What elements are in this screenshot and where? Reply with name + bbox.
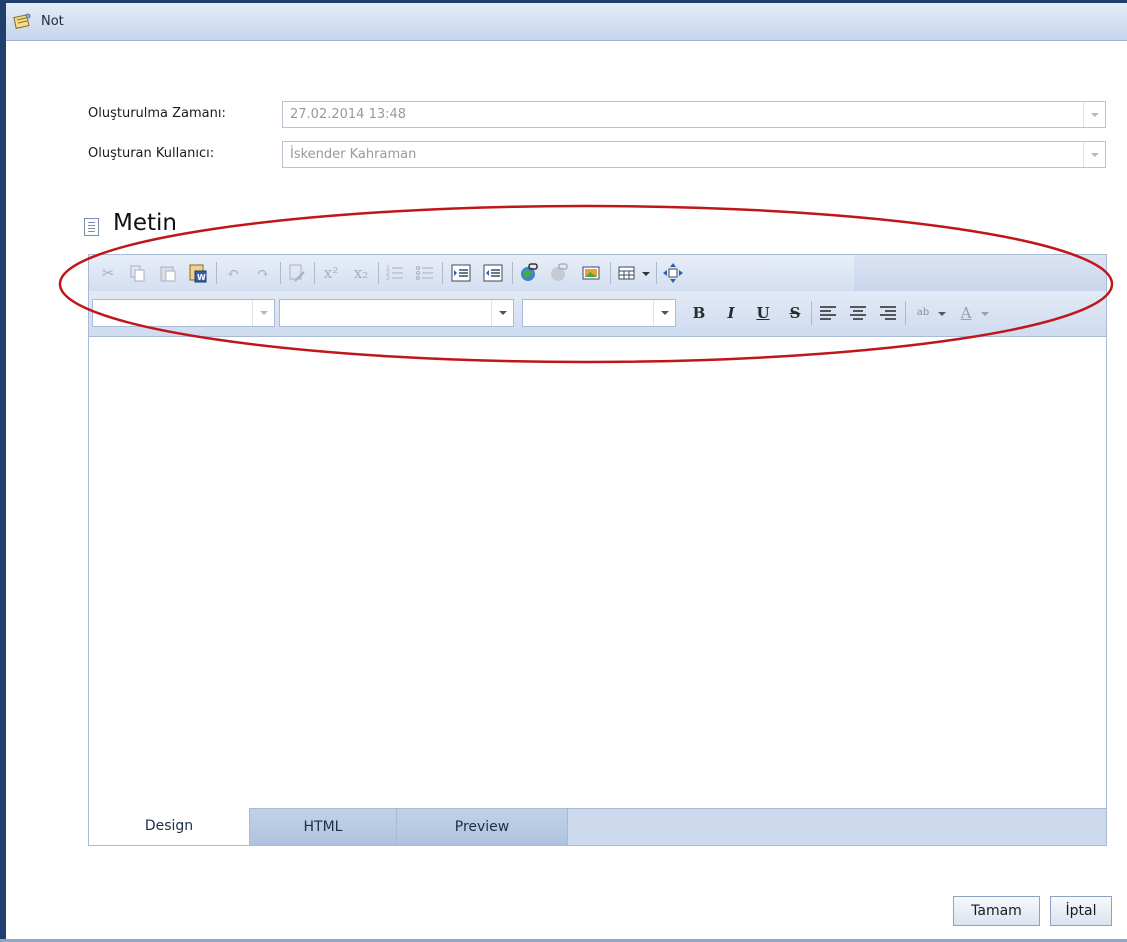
section-title: Metin (113, 210, 177, 236)
redo-icon[interactable]: ↷ (252, 262, 274, 284)
created-time-field[interactable]: 27.02.2014 13:48 (282, 101, 1106, 128)
toolbar-separator (905, 301, 906, 325)
cut-icon[interactable]: ✂ (97, 262, 119, 284)
creator-user-field[interactable]: İskender Kahraman (282, 141, 1106, 168)
editor-toolbar-format: B I U S ab A (89, 291, 1106, 337)
subscript-icon[interactable]: x₂ (350, 262, 372, 284)
bold-button[interactable]: B (687, 301, 711, 325)
document-lines-icon (84, 218, 99, 236)
toolbar-separator (610, 262, 611, 284)
highlight-color-button[interactable]: ab (911, 301, 935, 325)
paste-plain-icon[interactable] (286, 262, 308, 284)
toolbar-separator (811, 301, 812, 325)
insert-table-icon[interactable] (616, 262, 638, 284)
font-size-select[interactable] (522, 299, 676, 327)
underline-button[interactable]: U (751, 301, 775, 325)
align-center-icon[interactable] (847, 302, 869, 324)
superscript-icon[interactable]: x² (320, 262, 342, 284)
creator-user-dropdown-icon[interactable] (1083, 142, 1105, 167)
outdent-icon[interactable] (482, 262, 504, 284)
toolbar-separator (656, 262, 657, 284)
tab-html[interactable]: HTML (250, 809, 397, 845)
cancel-button[interactable]: İptal (1050, 896, 1112, 926)
note-icon (13, 13, 31, 29)
svg-text:3: 3 (386, 275, 390, 282)
italic-button[interactable]: I (719, 301, 743, 325)
editor-toolbar-filler (854, 255, 1106, 291)
unlink-icon[interactable] (548, 262, 570, 284)
created-time-label: Oluşturulma Zamanı: (88, 106, 226, 121)
window-titlebar: Not (6, 3, 1127, 41)
align-left-icon[interactable] (817, 302, 839, 324)
ok-button[interactable]: Tamam (953, 896, 1040, 926)
toolbar-separator (512, 262, 513, 284)
window-frame-left (0, 0, 6, 942)
creator-user-value: İskender Kahraman (290, 147, 417, 162)
insert-link-icon[interactable] (518, 262, 540, 284)
window-title: Not (41, 14, 64, 29)
created-time-value: 27.02.2014 13:48 (290, 107, 407, 122)
created-time-dropdown-icon[interactable] (1083, 102, 1105, 127)
highlight-dropdown-icon[interactable] (936, 302, 948, 324)
rich-text-editor: ✂ W ↶ ↷ x² x₂ 123 B I U S ab A Design HT… (88, 254, 1107, 846)
bullet-list-icon[interactable] (414, 262, 436, 284)
svg-text:W: W (197, 273, 206, 282)
copy-icon[interactable] (127, 262, 149, 284)
toolbar-separator (280, 262, 281, 284)
editor-mode-tabs: Design HTML Preview (89, 808, 1106, 845)
toolbar-separator (314, 262, 315, 284)
chevron-down-icon[interactable] (653, 300, 675, 326)
insert-image-icon[interactable] (580, 262, 602, 284)
indent-icon[interactable] (450, 262, 472, 284)
align-right-icon[interactable] (877, 302, 899, 324)
editor-content-area[interactable] (89, 338, 1106, 808)
toolbar-separator (378, 262, 379, 284)
font-color-button[interactable]: A (954, 301, 978, 325)
editor-toolbar-top: ✂ W ↶ ↷ x² x₂ 123 (89, 255, 854, 291)
creator-user-label: Oluşturan Kullanıcı: (88, 146, 215, 161)
font-family-select[interactable] (279, 299, 514, 327)
chevron-down-icon[interactable] (491, 300, 513, 326)
ordered-list-icon[interactable]: 123 (384, 262, 406, 284)
toolbar-separator (442, 262, 443, 284)
tab-preview[interactable]: Preview (397, 809, 568, 845)
table-dropdown-icon[interactable] (640, 262, 652, 284)
font-color-dropdown-icon[interactable] (979, 302, 991, 324)
fullscreen-icon[interactable] (662, 262, 684, 284)
strikethrough-button[interactable]: S (783, 301, 807, 325)
undo-icon[interactable]: ↶ (222, 262, 244, 284)
toolbar-separator (216, 262, 217, 284)
paragraph-select[interactable] (92, 299, 275, 327)
paste-icon[interactable] (157, 262, 179, 284)
tab-design[interactable]: Design (89, 808, 250, 845)
paste-from-word-icon[interactable]: W (187, 262, 209, 284)
chevron-down-icon[interactable] (252, 300, 274, 326)
